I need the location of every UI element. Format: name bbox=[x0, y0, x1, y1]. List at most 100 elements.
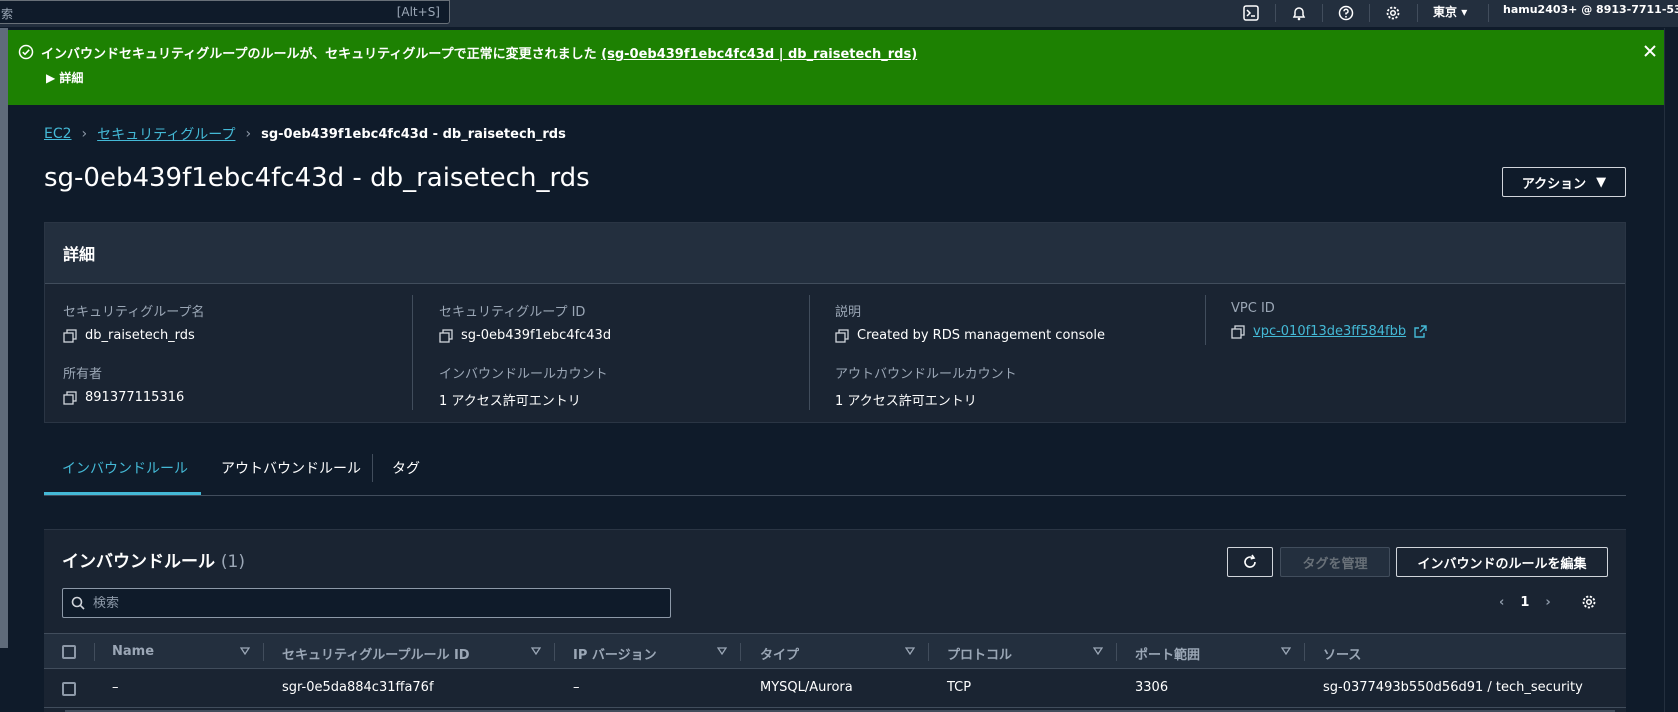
help-icon[interactable] bbox=[1335, 2, 1357, 24]
top-navigation: 索 [Alt+S] 東京 ▾ hamu2403+ @ 8913-7711-531… bbox=[0, 0, 1678, 28]
details-panel: 詳細 セキュリティグループ名 db_raisetech_rds セキュリティグル… bbox=[44, 222, 1626, 423]
detail-description: 説明 Created by RDS management console bbox=[835, 301, 1215, 343]
tab-inbound-rules[interactable]: インバウンドルール bbox=[62, 458, 188, 478]
detail-value: sg-0eb439f1ebc4fc43d bbox=[461, 328, 612, 343]
breadcrumb-security-groups[interactable]: セキュリティグループ bbox=[97, 124, 235, 144]
flash-details-toggle[interactable]: ▶ 詳細 bbox=[46, 69, 83, 86]
search-icon bbox=[71, 596, 85, 610]
column-header-rule-id[interactable]: セキュリティグループルール ID bbox=[282, 644, 470, 663]
detail-sg-id: セキュリティグループ ID sg-0eb439f1ebc4fc43d bbox=[439, 301, 819, 343]
success-flash-banner: インバウンドセキュリティグループのルールが、セキュリティグループで正常に変更され… bbox=[8, 30, 1664, 105]
column-header-port-range[interactable]: ポート範囲 bbox=[1135, 644, 1200, 663]
detail-inbound-count: インバウンドルールカウント 1 アクセス許可エントリ bbox=[439, 363, 819, 409]
refresh-button[interactable] bbox=[1227, 547, 1273, 577]
sort-icon[interactable] bbox=[1281, 647, 1291, 655]
detail-label: 所有者 bbox=[63, 367, 103, 382]
detail-value: db_raisetech_rds bbox=[85, 328, 195, 343]
region-label: 東京 bbox=[1433, 5, 1458, 19]
sort-icon[interactable] bbox=[240, 647, 250, 655]
cell-ip-version: – bbox=[573, 680, 580, 695]
chevron-right-icon: › bbox=[245, 126, 252, 142]
detail-label: VPC ID bbox=[1231, 301, 1275, 316]
detail-outbound-count: アウトバウンドルールカウント 1 アクセス許可エントリ bbox=[835, 363, 1215, 409]
search-shortcut-hint: [Alt+S] bbox=[396, 5, 440, 19]
cell-protocol: TCP bbox=[947, 680, 972, 695]
row-checkbox[interactable] bbox=[62, 682, 76, 696]
flash-message: インバウンドセキュリティグループのルールが、セキュリティグループで正常に変更され… bbox=[41, 43, 917, 62]
copy-icon[interactable] bbox=[439, 328, 453, 343]
manage-tags-button[interactable]: タグを管理 bbox=[1280, 547, 1390, 577]
column-header-ip-version[interactable]: IP バージョン bbox=[573, 644, 657, 663]
copy-icon[interactable] bbox=[63, 390, 77, 405]
gear-icon[interactable] bbox=[1581, 594, 1597, 610]
rules-search-input[interactable] bbox=[93, 595, 653, 611]
breadcrumb-ec2[interactable]: EC2 bbox=[44, 126, 72, 142]
chevron-right-icon[interactable]: › bbox=[1545, 595, 1550, 610]
table-header: Name セキュリティグループルール ID IP バージョン タイプ プロトコル… bbox=[44, 633, 1626, 669]
column-header-source[interactable]: ソース bbox=[1323, 644, 1361, 663]
column-header-type[interactable]: タイプ bbox=[760, 644, 799, 663]
detail-owner: 所有者 891377115316 bbox=[63, 363, 443, 405]
success-check-icon bbox=[18, 44, 34, 60]
cell-source: sg-0377493b550d56d91 / tech_security bbox=[1323, 680, 1583, 695]
sort-icon[interactable] bbox=[905, 647, 915, 655]
breadcrumb: EC2 › セキュリティグループ › sg-0eb439f1ebc4fc43d … bbox=[44, 124, 566, 144]
chevron-right-icon: › bbox=[81, 126, 88, 142]
active-tab-indicator bbox=[44, 492, 201, 495]
left-scroll-strip bbox=[0, 28, 8, 712]
detail-value: 891377115316 bbox=[85, 390, 185, 405]
refresh-icon bbox=[1244, 554, 1256, 568]
detail-label: インバウンドルールカウント bbox=[439, 367, 608, 382]
gear-icon[interactable] bbox=[1382, 2, 1404, 24]
breadcrumb-current: sg-0eb439f1ebc4fc43d - db_raisetech_rds bbox=[261, 126, 566, 142]
page-title: sg-0eb439f1ebc4fc43d - db_raisetech_rds bbox=[44, 163, 590, 193]
detail-label: セキュリティグループ名 bbox=[63, 305, 205, 320]
column-header-protocol[interactable]: プロトコル bbox=[947, 644, 1012, 663]
caret-right-icon: ▶ bbox=[46, 71, 56, 85]
column-header-name[interactable]: Name bbox=[112, 644, 154, 659]
select-all-checkbox[interactable] bbox=[62, 645, 76, 659]
global-search-input[interactable]: 索 [Alt+S] bbox=[0, 0, 450, 24]
actions-label: アクション bbox=[1521, 176, 1587, 192]
cell-name: – bbox=[112, 680, 119, 695]
external-link-icon[interactable] bbox=[1414, 325, 1427, 338]
copy-icon[interactable] bbox=[1231, 324, 1245, 339]
page-number[interactable]: 1 bbox=[1520, 595, 1529, 610]
close-icon[interactable] bbox=[1640, 41, 1660, 61]
flash-sg-link[interactable]: (sg-0eb439f1ebc4fc43d | db_raisetech_rds… bbox=[601, 47, 917, 62]
actions-button[interactable]: アクション ▼ bbox=[1502, 167, 1626, 197]
region-selector[interactable]: 東京 ▾ bbox=[1433, 3, 1467, 20]
table-row[interactable]: – sgr-0e5da884c31ffa76f – MYSQL/Aurora T… bbox=[44, 670, 1626, 708]
rules-title-text: インバウンドルール bbox=[62, 552, 215, 572]
rules-count: (1) bbox=[220, 552, 246, 572]
detail-label: 説明 bbox=[835, 305, 862, 320]
bell-icon[interactable] bbox=[1288, 2, 1310, 24]
rules-search-field[interactable] bbox=[62, 588, 671, 618]
tab-tags[interactable]: タグ bbox=[392, 458, 420, 478]
tab-outbound-rules[interactable]: アウトバウンドルール bbox=[221, 458, 361, 478]
caret-down-icon: ▾ bbox=[1461, 5, 1468, 19]
rules-title: インバウンドルール (1) bbox=[62, 547, 245, 572]
details-header: 詳細 bbox=[45, 223, 1625, 284]
vpc-id-link[interactable]: vpc-010f13de3ff584fbb bbox=[1253, 324, 1406, 339]
cell-port-range: 3306 bbox=[1135, 680, 1169, 695]
pagination: ‹ 1 › bbox=[1499, 594, 1597, 610]
sort-icon[interactable] bbox=[1093, 647, 1103, 655]
copy-icon[interactable] bbox=[63, 328, 77, 343]
inbound-rules-panel: インバウンドルール (1) タグを管理 インバウンドのルールを編集 ‹ 1 › … bbox=[44, 529, 1626, 712]
edit-inbound-rules-button[interactable]: インバウンドのルールを編集 bbox=[1396, 547, 1608, 577]
caret-down-icon: ▼ bbox=[1596, 174, 1607, 190]
right-scroll-strip bbox=[1664, 28, 1678, 712]
sort-icon[interactable] bbox=[717, 647, 727, 655]
cloudshell-icon[interactable] bbox=[1240, 2, 1262, 24]
flash-details-label: 詳細 bbox=[59, 71, 84, 85]
sort-icon[interactable] bbox=[531, 647, 541, 655]
detail-value: Created by RDS management console bbox=[857, 328, 1105, 343]
chevron-left-icon[interactable]: ‹ bbox=[1499, 595, 1504, 610]
detail-sg-name: セキュリティグループ名 db_raisetech_rds bbox=[63, 301, 443, 343]
search-text: 索 bbox=[1, 7, 14, 21]
detail-label: アウトバウンドルールカウント bbox=[835, 367, 1017, 382]
account-menu[interactable]: hamu2403+ @ 8913-7711-5316 bbox=[1503, 3, 1678, 16]
detail-value: 1 アクセス許可エントリ bbox=[835, 394, 977, 409]
copy-icon[interactable] bbox=[835, 328, 849, 343]
